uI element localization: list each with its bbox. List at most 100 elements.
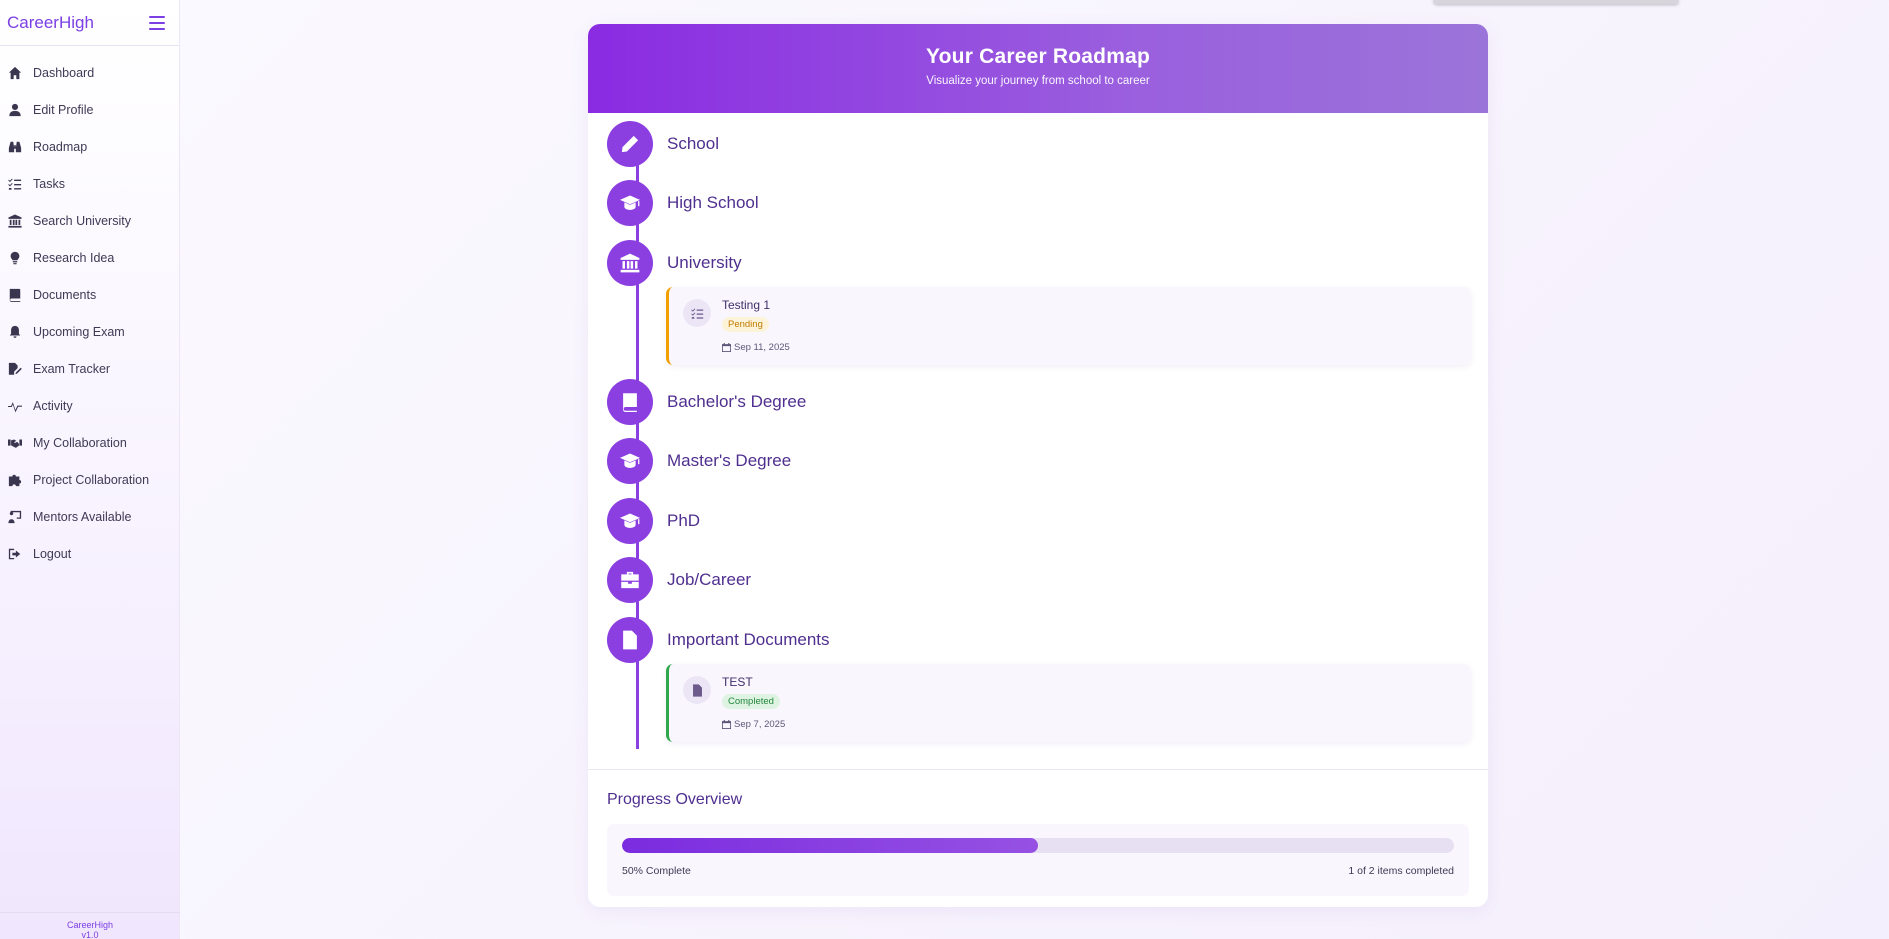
stage-label: Master's Degree	[667, 451, 792, 470]
roadmap-item-test[interactable]: TEST Completed Sep 7, 2025	[666, 664, 1471, 742]
item-date: Sep 7, 2025	[722, 719, 785, 730]
app-version: v1.0	[81, 930, 99, 939]
sidebar: CareerHigh Dashboard Edit Profile Roadma…	[0, 0, 180, 939]
sidebar-item-search-university[interactable]: Search University	[0, 202, 179, 239]
sidebar-item-edit-profile[interactable]: Edit Profile	[0, 91, 179, 128]
roadmap-header: Your Career Roadmap Visualize your journ…	[588, 24, 1488, 113]
sidebar-item-label: Exam Tracker	[33, 361, 111, 376]
sidebar-item-label: Mentors Available	[33, 509, 132, 524]
calendar-icon	[722, 720, 731, 729]
stage-label: Important Documents	[667, 630, 830, 649]
progress-info: 50% Complete 1 of 2 items completed	[622, 865, 1454, 877]
progress-percent-label: 50% Complete	[622, 865, 691, 877]
puzzle-icon	[7, 472, 23, 488]
briefcase-icon	[607, 557, 653, 603]
progress-box: 50% Complete 1 of 2 items completed	[607, 824, 1469, 896]
sidebar-item-roadmap[interactable]: Roadmap	[0, 128, 179, 165]
sidebar-item-label: Logout	[33, 546, 72, 561]
sidebar-item-label: Project Collaboration	[33, 472, 150, 487]
pulse-icon	[7, 398, 23, 414]
sidebar-item-label: Research Idea	[33, 250, 115, 265]
pencil-icon	[607, 121, 653, 167]
sidebar-item-logout[interactable]: Logout	[0, 535, 179, 572]
roadmap-timeline: School High School University Testing 1 …	[588, 113, 1488, 765]
item-date: Sep 11, 2025	[722, 342, 790, 353]
stage-label: High School	[667, 193, 759, 212]
stage-label: Bachelor's Degree	[667, 392, 807, 411]
sidebar-item-upcoming-exam[interactable]: Upcoming Exam	[0, 313, 179, 350]
sidebar-item-mentors-available[interactable]: Mentors Available	[0, 498, 179, 535]
stage-label: University	[667, 253, 742, 272]
stage-label: Job/Career	[667, 570, 752, 589]
page-subtitle: Visualize your journey from school to ca…	[926, 75, 1150, 87]
item-date-text: Sep 7, 2025	[734, 719, 786, 730]
building-columns-icon	[7, 213, 23, 229]
sidebar-item-project-collaboration[interactable]: Project Collaboration	[0, 461, 179, 498]
sidebar-item-label: Roadmap	[33, 139, 88, 154]
brand-logo[interactable]: CareerHigh	[7, 13, 94, 33]
list-check-icon	[683, 299, 711, 327]
footer-brand: CareerHigh	[66, 920, 114, 930]
sidebar-item-tasks[interactable]: Tasks	[0, 165, 179, 202]
sidebar-item-label: Dashboard	[33, 65, 95, 80]
chalkboard-user-icon	[7, 509, 23, 525]
handshake-icon	[7, 435, 23, 451]
calendar-icon	[722, 343, 731, 352]
sidebar-item-my-collaboration[interactable]: My Collaboration	[0, 424, 179, 461]
sidebar-item-label: Search University	[33, 213, 131, 228]
progress-title: Progress Overview	[607, 791, 743, 808]
sidebar-item-label: My Collaboration	[33, 435, 127, 450]
stage-bachelors-degree[interactable]: Bachelor's Degree	[607, 379, 806, 425]
file-icon	[683, 676, 711, 704]
stage-label: School	[667, 134, 719, 153]
stage-label: PhD	[667, 511, 701, 530]
binoculars-icon	[7, 139, 23, 155]
sidebar-item-documents[interactable]: Documents	[0, 276, 179, 313]
progress-overview: Progress Overview 50% Complete 1 of 2 it…	[588, 770, 1488, 896]
logout-icon	[7, 546, 23, 562]
sidebar-item-label: Edit Profile	[33, 102, 94, 117]
status-badge: Pending	[722, 317, 769, 332]
user-icon	[7, 102, 23, 118]
sidebar-item-dashboard[interactable]: Dashboard	[0, 54, 179, 91]
stage-high-school[interactable]: High School	[607, 180, 759, 226]
file-icon	[607, 617, 653, 663]
sidebar-header: CareerHigh	[0, 0, 179, 46]
page-title: Your Career Roadmap	[926, 45, 1150, 68]
lightbulb-icon	[7, 250, 23, 266]
sidebar-item-label: Tasks	[33, 176, 65, 191]
stage-school[interactable]: School	[607, 121, 719, 167]
progress-fill	[622, 838, 1038, 853]
book-icon	[7, 287, 23, 303]
menu-toggle-icon[interactable]	[149, 15, 165, 30]
sidebar-nav: Dashboard Edit Profile Roadmap Tasks Sea…	[0, 54, 179, 572]
sidebar-item-label: Upcoming Exam	[33, 324, 125, 339]
file-signature-icon	[7, 361, 23, 377]
status-badge: Completed	[722, 694, 780, 709]
item-title: Testing 1	[722, 298, 771, 312]
home-icon	[7, 65, 23, 81]
roadmap-item-testing-1[interactable]: Testing 1 Pending Sep 11, 2025	[666, 287, 1471, 365]
roadmap-card: Your Career Roadmap Visualize your journ…	[588, 24, 1488, 907]
stage-masters-degree[interactable]: Master's Degree	[607, 438, 791, 484]
graduation-cap-icon	[607, 180, 653, 226]
stage-university[interactable]: University	[607, 240, 742, 286]
item-title: TEST	[722, 675, 753, 689]
stage-job-career[interactable]: Job/Career	[607, 557, 751, 603]
progress-track	[622, 838, 1454, 853]
book-icon	[607, 379, 653, 425]
top-popup-edge	[1433, 0, 1679, 4]
sidebar-item-exam-tracker[interactable]: Exam Tracker	[0, 350, 179, 387]
sidebar-item-activity[interactable]: Activity	[0, 387, 179, 424]
sidebar-item-label: Activity	[33, 398, 73, 413]
bell-icon	[7, 324, 23, 340]
university-icon	[607, 240, 653, 286]
graduation-cap-icon	[607, 438, 653, 484]
sidebar-item-label: Documents	[33, 287, 97, 302]
stage-phd[interactable]: PhD	[607, 498, 700, 544]
graduation-cap-icon	[607, 498, 653, 544]
progress-count-label: 1 of 2 items completed	[1348, 865, 1454, 877]
sidebar-item-research-idea[interactable]: Research Idea	[0, 239, 179, 276]
stage-important-documents[interactable]: Important Documents	[607, 617, 830, 663]
sidebar-footer: CareerHigh v1.0	[0, 912, 180, 939]
